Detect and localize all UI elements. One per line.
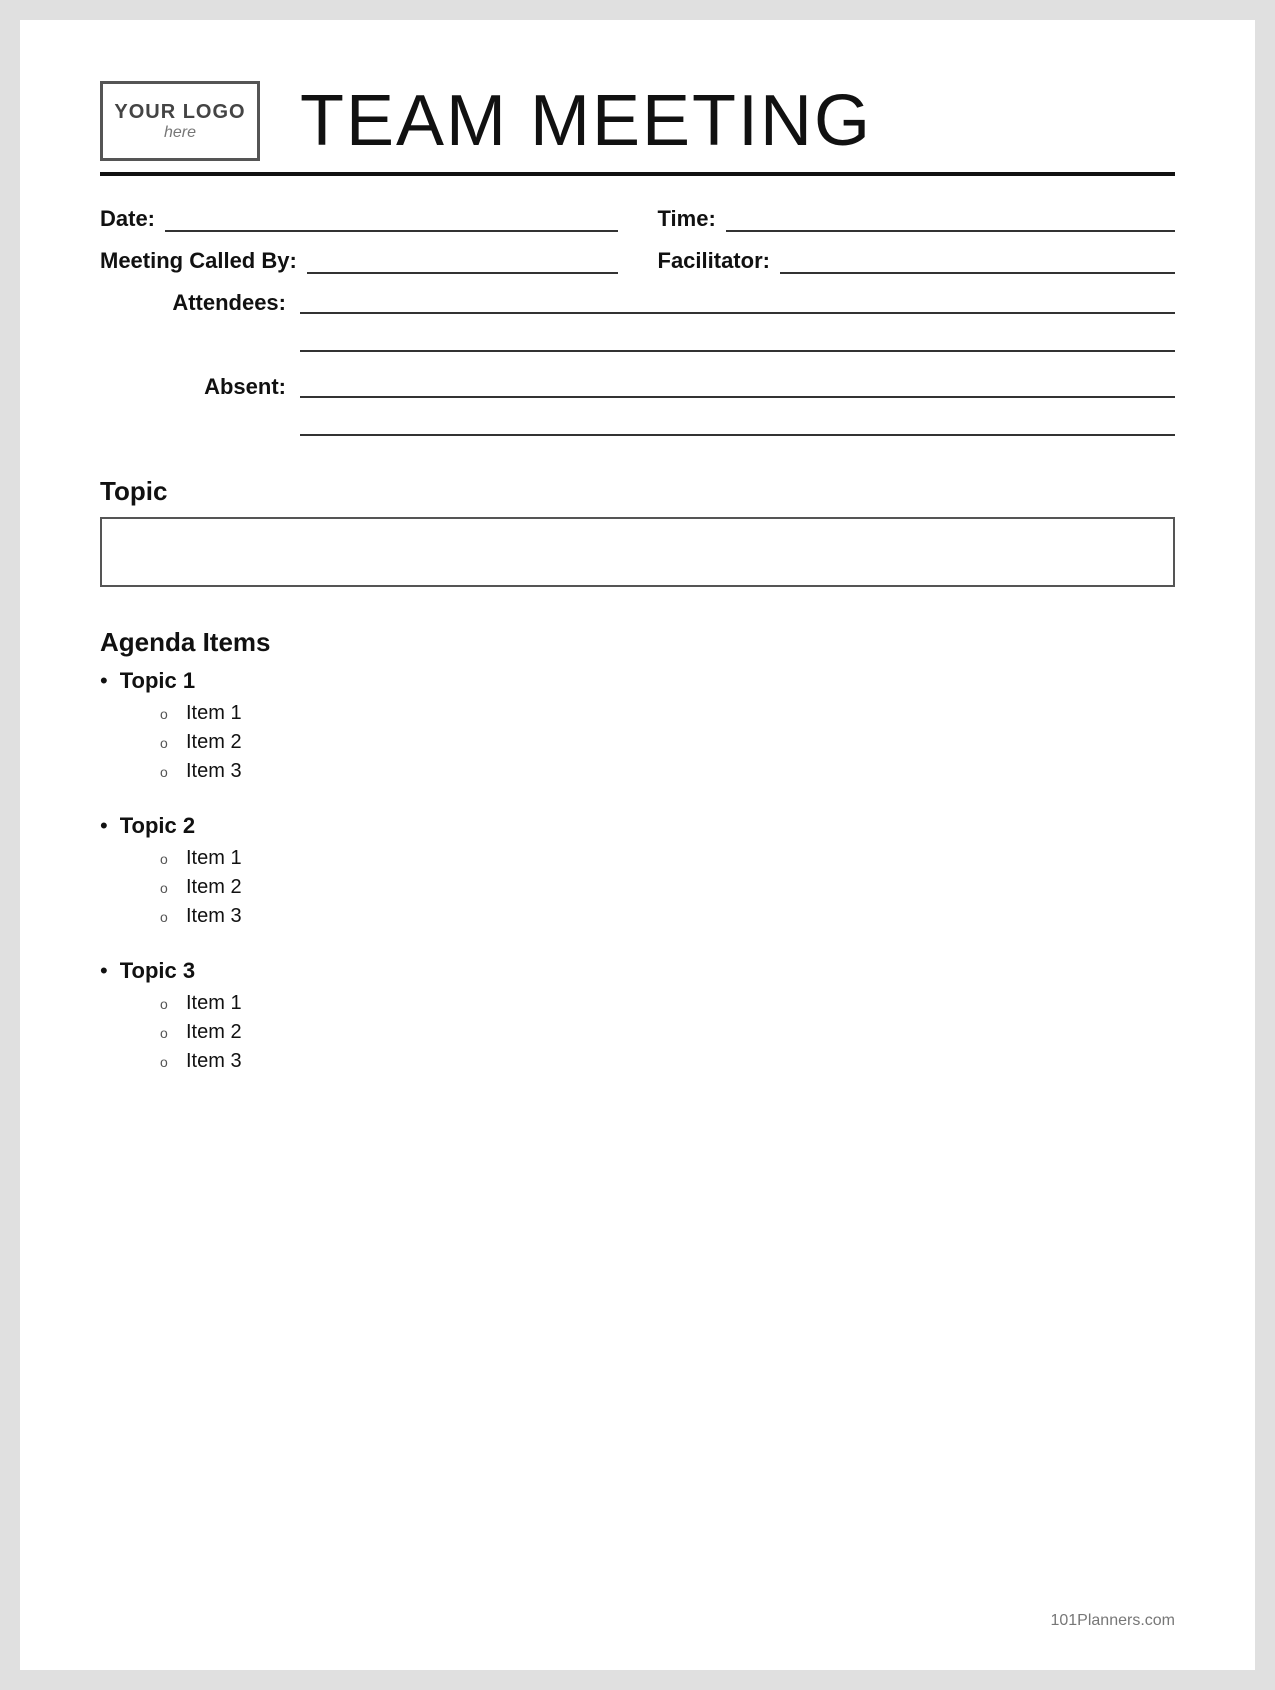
header-divider [100,172,1175,176]
absent-section: Absent: [100,374,1175,436]
footer-text: 101Planners.com [1050,1612,1175,1629]
date-input-line[interactable] [165,208,617,232]
page-header: YOUR LOGO here TEAM MEETING [100,80,1175,162]
facilitator-label: Facilitator: [658,248,770,274]
topic-2-item-1-label: Item 1 [186,847,242,870]
topic-2-item-3-label: Item 3 [186,905,242,928]
logo-bottom-text: here [164,124,196,142]
topic-2-item-1: o Item 1 [160,847,1175,870]
topic-1-item-3-label: Item 3 [186,760,242,783]
topic-3-subitems: o Item 1 o Item 2 o Item 3 [160,992,1175,1073]
attendees-extra-line[interactable] [300,328,1175,352]
topic-1-bullet: • [100,668,108,694]
attendees-row: Attendees: [100,290,1175,316]
topic-heading: Topic [100,476,1175,507]
form-section: Date: Time: Meeting Called By: Facilitat… [100,206,1175,436]
sub-bullet-icon: o [160,851,176,867]
attendees-label: Attendees: [172,290,286,315]
topic-3-item-2: o Item 2 [160,1021,1175,1044]
agenda-topic-2: • Topic 2 o Item 1 o Item 2 o Item 3 [100,813,1175,928]
topic-input-box[interactable] [100,517,1175,587]
time-input-line[interactable] [726,208,1175,232]
called-by-field-group: Meeting Called By: [100,248,658,274]
date-time-row: Date: Time: [100,206,1175,232]
topic-1-item-2-label: Item 2 [186,731,242,754]
meeting-called-by-label: Meeting Called By: [100,248,297,274]
sub-bullet-icon: o [160,996,176,1012]
topic-2-label: Topic 2 [120,813,195,839]
time-label: Time: [658,206,716,232]
topic-2-subitems: o Item 1 o Item 2 o Item 3 [160,847,1175,928]
attendees-input-line[interactable] [300,290,1175,314]
topic-1-item-2: o Item 2 [160,731,1175,754]
footer: 101Planners.com [1050,1612,1175,1630]
sub-bullet-icon: o [160,1025,176,1041]
called-by-input-line[interactable] [307,250,618,274]
attendees-section: Attendees: [100,290,1175,352]
topic-3-item-3-label: Item 3 [186,1050,242,1073]
absent-row: Absent: [100,374,1175,400]
topic-3-label: Topic 3 [120,958,195,984]
topic-2-item-3: o Item 3 [160,905,1175,928]
agenda-topic-3: • Topic 3 o Item 1 o Item 2 o Item 3 [100,958,1175,1073]
topic-3-header: • Topic 3 [100,958,1175,984]
topic-1-subitems: o Item 1 o Item 2 o Item 3 [160,702,1175,783]
topic-1-item-1: o Item 1 [160,702,1175,725]
topic-2-bullet: • [100,813,108,839]
sub-bullet-icon: o [160,880,176,896]
topic-3-item-2-label: Item 2 [186,1021,242,1044]
page: YOUR LOGO here TEAM MEETING Date: Time: … [20,20,1255,1670]
topic-2-item-2: o Item 2 [160,876,1175,899]
sub-bullet-icon: o [160,764,176,780]
topic-3-item-3: o Item 3 [160,1050,1175,1073]
facilitator-input-line[interactable] [780,250,1175,274]
sub-bullet-icon: o [160,735,176,751]
topic-1-label: Topic 1 [120,668,195,694]
sub-bullet-icon: o [160,1054,176,1070]
agenda-topic-1: • Topic 1 o Item 1 o Item 2 o Item 3 [100,668,1175,783]
agenda-heading: Agenda Items [100,627,1175,658]
date-field-group: Date: [100,206,658,232]
sub-bullet-icon: o [160,706,176,722]
time-field-group: Time: [658,206,1176,232]
logo-box: YOUR LOGO here [100,81,260,161]
date-label: Date: [100,206,155,232]
absent-input-line[interactable] [300,374,1175,398]
topic-1-item-3: o Item 3 [160,760,1175,783]
topic-1-header: • Topic 1 [100,668,1175,694]
page-title: TEAM MEETING [300,80,1175,162]
absent-label-block: Absent: [100,374,300,400]
topic-3-item-1: o Item 1 [160,992,1175,1015]
agenda-section: Agenda Items • Topic 1 o Item 1 o Item 2… [100,627,1175,1073]
facilitator-field-group: Facilitator: [658,248,1176,274]
absent-extra-line[interactable] [300,412,1175,436]
topic-3-bullet: • [100,958,108,984]
absent-label: Absent: [204,374,286,399]
topic-section: Topic [100,476,1175,587]
topic-3-item-1-label: Item 1 [186,992,242,1015]
attendees-label-block: Attendees: [100,290,300,316]
called-by-facilitator-row: Meeting Called By: Facilitator: [100,248,1175,274]
topic-2-item-2-label: Item 2 [186,876,242,899]
logo-top-text: YOUR LOGO [114,100,245,124]
sub-bullet-icon: o [160,909,176,925]
topic-2-header: • Topic 2 [100,813,1175,839]
topic-1-item-1-label: Item 1 [186,702,242,725]
